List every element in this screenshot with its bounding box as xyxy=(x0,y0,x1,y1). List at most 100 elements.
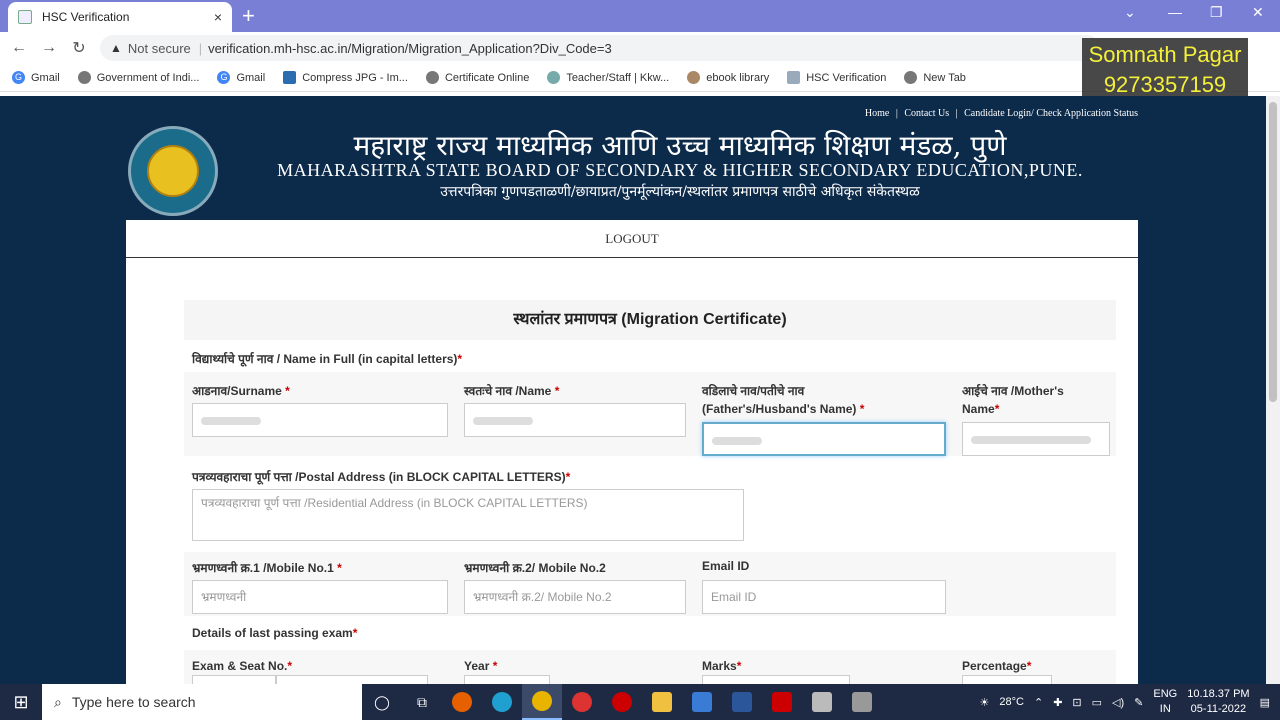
logout-button[interactable]: LOGOUT xyxy=(126,220,1138,258)
web-page: Home | Contact Us | Candidate Login/ Che… xyxy=(0,96,1266,684)
window-close-icon[interactable]: ✕ xyxy=(1252,4,1264,21)
board-logo xyxy=(128,126,218,216)
page-favicon-icon xyxy=(18,10,32,24)
taskbar: ⊞ ⌕ Type here to search ◯ ⧉ ☀ 28°C ⌃ ✚ ⊡… xyxy=(0,684,1280,720)
name-overlay: Somnath Pagar 9273357159 xyxy=(1082,38,1248,100)
browser-tabstrip: HSC Verification × + ⌄ — ❐ ✕ xyxy=(0,0,1280,32)
windows-start-icon[interactable]: ⊞ xyxy=(0,692,42,713)
mobile2-label: भ्रमणध्वनी क्र.2/ Mobile No.2 xyxy=(464,561,606,575)
mobile1-field[interactable]: भ्रमणध्वनी xyxy=(192,580,448,614)
site-title-english: MAHARASHTRA STATE BOARD OF SECONDARY & H… xyxy=(277,160,1083,180)
chrome-icon[interactable] xyxy=(522,684,562,720)
marks-field[interactable] xyxy=(702,675,850,684)
bookmark-item[interactable]: ebook library xyxy=(687,71,769,84)
search-icon: ⌕ xyxy=(54,693,62,710)
notification-icon[interactable]: ▤ xyxy=(1260,696,1270,709)
reload-icon[interactable]: ↻ xyxy=(64,38,94,58)
printer-icon[interactable] xyxy=(842,684,882,720)
globe-icon xyxy=(425,71,439,84)
firefox-icon[interactable] xyxy=(442,684,482,720)
task-view-icon[interactable]: ⧉ xyxy=(402,684,442,720)
cortana-icon[interactable]: ◯ xyxy=(362,684,402,720)
form-title: स्थलांतर प्रमाणपत्र (Migration Certifica… xyxy=(184,300,1116,340)
bookmark-item[interactable]: Certificate Online xyxy=(425,71,529,84)
year-label: Year * xyxy=(464,659,498,673)
scrollbar-thumb[interactable] xyxy=(1269,102,1277,402)
bookmark-item[interactable]: Compress JPG - Im... xyxy=(283,71,408,84)
name-field[interactable] xyxy=(464,403,686,437)
clock[interactable]: 10.18.37 PM 05-11-2022 xyxy=(1187,687,1249,717)
address-label: पत्रव्यवहाराचा पूर्ण पत्ता /Postal Addre… xyxy=(192,470,571,484)
contact-link[interactable]: Contact Us xyxy=(904,108,949,119)
surname-label: आडनाव/Surname * xyxy=(192,384,290,398)
exam-seat-label: Exam & Seat No.* xyxy=(192,659,293,673)
taskbar-search[interactable]: ⌕ Type here to search xyxy=(42,684,362,720)
opera-icon[interactable] xyxy=(602,684,642,720)
minimize-icon[interactable]: — xyxy=(1168,4,1182,20)
bookmark-item[interactable]: Government of Indi... xyxy=(77,71,199,84)
globe-icon xyxy=(904,71,918,84)
omnibox-separator: | xyxy=(198,40,203,56)
weather-icon[interactable]: ☀ xyxy=(980,696,990,709)
google-icon: G xyxy=(12,71,25,84)
volume-icon[interactable]: ◁) xyxy=(1112,696,1124,709)
bookmark-item[interactable]: New Tab xyxy=(904,71,966,84)
book-icon xyxy=(687,71,701,84)
battery-icon[interactable]: ▭ xyxy=(1092,696,1102,709)
new-tab-button[interactable]: + xyxy=(242,3,255,29)
father-name-label: वडिलाचे नाव/पतीचे नाव (Father's/Husband's… xyxy=(702,384,865,416)
tab-search-icon[interactable]: ⌄ xyxy=(1124,4,1136,21)
pen-icon[interactable]: ✎ xyxy=(1134,696,1143,709)
compress-icon xyxy=(283,71,297,84)
mobile1-label: भ्रमणध्वनी क्र.1 /Mobile No.1 * xyxy=(192,561,342,575)
bookmark-item[interactable]: HSC Verification xyxy=(787,71,886,84)
main-panel: LOGOUT स्थलांतर प्रमाणपत्र (Migration Ce… xyxy=(126,220,1138,684)
browser-tab[interactable]: HSC Verification × xyxy=(8,2,232,32)
candidate-login-link[interactable]: Candidate Login/ Check Application Statu… xyxy=(964,108,1138,119)
back-arrow-icon[interactable]: ← xyxy=(4,39,34,57)
tab-close-icon[interactable]: × xyxy=(214,9,222,25)
email-label: Email ID xyxy=(702,559,750,573)
language-indicator[interactable]: ENG IN xyxy=(1153,687,1177,717)
pdf-icon[interactable] xyxy=(762,684,802,720)
marks-label: Marks* xyxy=(702,659,742,673)
last-exam-label: Details of last passing exam* xyxy=(192,626,358,640)
edge-icon[interactable] xyxy=(482,684,522,720)
weather-temp[interactable]: 28°C xyxy=(999,696,1024,708)
file-explorer-icon[interactable] xyxy=(642,684,682,720)
app-icon[interactable] xyxy=(802,684,842,720)
email-field[interactable]: Email ID xyxy=(702,580,946,614)
tray-chevron-icon[interactable]: ⌃ xyxy=(1034,696,1043,709)
mail-icon[interactable] xyxy=(682,684,722,720)
father-name-field[interactable] xyxy=(702,422,946,456)
bookmark-item[interactable]: Teacher/Staff | Kkw... xyxy=(547,71,669,84)
globe-icon xyxy=(77,71,91,84)
percentage-field[interactable] xyxy=(962,675,1052,684)
exam-field[interactable] xyxy=(192,675,276,684)
surname-field[interactable] xyxy=(192,403,448,437)
maximize-icon[interactable]: ❐ xyxy=(1210,4,1223,21)
year-field[interactable] xyxy=(464,675,550,684)
search-placeholder: Type here to search xyxy=(71,694,196,710)
mother-name-field[interactable] xyxy=(962,422,1110,456)
forward-arrow-icon[interactable]: → xyxy=(34,39,64,57)
bookmark-item[interactable]: G Gmail xyxy=(12,71,60,84)
tab-title: HSC Verification xyxy=(42,10,130,24)
home-link[interactable]: Home xyxy=(865,108,889,119)
address-bar[interactable]: ▲ Not secure | verification.mh-hsc.ac.in… xyxy=(100,35,1100,61)
name-label: स्वतःचे नाव /Name * xyxy=(464,384,560,398)
mobile2-field[interactable]: भ्रमणध्वनी क्र.2/ Mobile No.2 xyxy=(464,580,686,614)
mother-name-label: आईचे नाव /Mother's Name* xyxy=(962,384,1064,416)
bookmark-item[interactable]: G Gmail xyxy=(217,71,265,84)
link-separator: | xyxy=(895,108,898,119)
word-icon[interactable] xyxy=(722,684,762,720)
url-text[interactable]: verification.mh-hsc.ac.in/Migration/Migr… xyxy=(208,41,612,56)
address-field[interactable]: पत्रव्यवहाराचा पूर्ण पत्ता /Residential … xyxy=(192,489,744,541)
network-icon[interactable]: ⊡ xyxy=(1072,696,1081,709)
page-scrollbar[interactable] xyxy=(1266,96,1280,684)
antivirus-icon[interactable]: ✚ xyxy=(1053,696,1062,709)
site-title-marathi: महाराष्ट्र राज्य माध्यमिक आणि उच्च माध्य… xyxy=(353,129,1007,162)
shield-app-icon[interactable] xyxy=(562,684,602,720)
seat-no-field[interactable] xyxy=(276,675,428,684)
migration-form: स्थलांतर प्रमाणपत्र (Migration Certifica… xyxy=(184,300,1116,684)
